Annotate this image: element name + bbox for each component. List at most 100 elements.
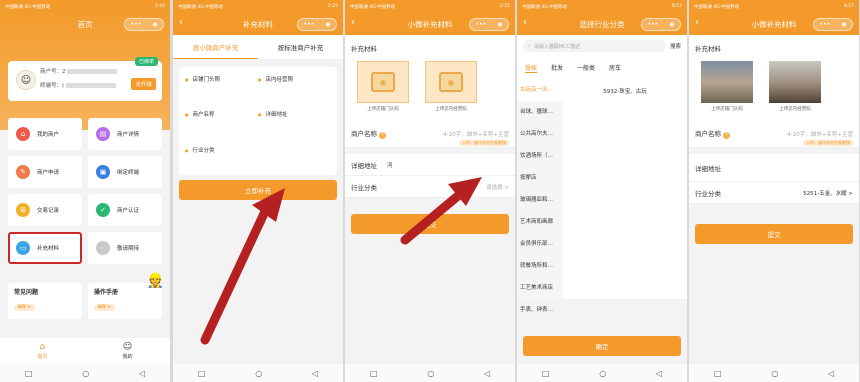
subcategory-item[interactable]: 就餐场所和… — [517, 255, 563, 277]
industry-select[interactable]: 5251-五金、水暖 > — [731, 189, 853, 197]
subcategory-item[interactable]: 按摩店 — [517, 167, 563, 189]
go-button[interactable]: GO > — [14, 304, 35, 311]
tile-icon: ✎ — [16, 165, 30, 179]
status-badge: 已绑单 — [134, 57, 158, 66]
recents-icon[interactable]: □ — [370, 369, 378, 378]
more-icon[interactable]: ••• — [131, 21, 142, 28]
android-nav: □ ○ ◁ — [689, 364, 859, 382]
tab-vehicle[interactable]: 房车 — [609, 63, 621, 73]
home-tile[interactable]: ▭ 补充材料 — [8, 232, 82, 264]
back-icon[interactable]: ‹ — [695, 17, 699, 28]
back-icon[interactable]: ‹ — [523, 17, 527, 28]
subcategory-item[interactable]: 艺术商和画廊 — [517, 211, 563, 233]
page-title: 首页 — [77, 19, 93, 29]
back-nav-icon[interactable]: ◁ — [828, 369, 834, 378]
back-nav-icon[interactable]: ◁ — [312, 369, 318, 378]
recents-icon[interactable]: □ — [542, 369, 550, 378]
merchant-name-row[interactable]: 商户名称? 4-20字，城市+名称+主营 示例：福州市金利来眼镜 — [345, 120, 515, 148]
merchant-name-input[interactable]: 4-20字，城市+名称+主营 — [387, 130, 509, 138]
subcategory-item[interactable]: 会员俱乐部… — [517, 233, 563, 255]
storefront-upload[interactable]: ◉ 上传店铺门头照 — [357, 61, 409, 112]
address-input[interactable]: 河 — [387, 161, 509, 169]
help-row: 常见问题 GO > 操作手册 GO > 👷 — [8, 273, 164, 319]
subcategory-item[interactable]: 手表、钟表… — [517, 299, 563, 321]
subcategory-item[interactable]: 工艺美术商店 — [517, 277, 563, 299]
address-row[interactable]: 详细地址 河 — [345, 154, 515, 176]
help-icon[interactable]: ? — [379, 132, 386, 139]
home-tile[interactable]: ✓ 商户认证 — [88, 194, 162, 226]
tile-label: 商户申请 — [37, 170, 60, 176]
subcategory-item[interactable]: 古玩店一出… — [517, 79, 563, 101]
tile-icon: ✓ — [96, 203, 110, 217]
go-button[interactable]: GO > — [94, 304, 115, 311]
tile-icon: ⌂ — [16, 127, 30, 141]
back-icon[interactable]: ‹ — [179, 17, 183, 28]
mini-program-capsule[interactable]: ••• ◉ — [124, 18, 164, 31]
back-icon[interactable]: ‹ — [351, 17, 355, 28]
close-target-icon[interactable]: ◉ — [152, 21, 157, 28]
tab-micro-merchant[interactable]: 按小微商户补充 — [173, 36, 258, 59]
industry-row[interactable]: 行业分类 5251-五金、水暖 > — [689, 182, 859, 204]
tile-icon: ▭ — [16, 241, 30, 255]
faq-card[interactable]: 常见问题 GO > — [8, 283, 82, 319]
industry-select[interactable]: 请选择 > — [387, 183, 509, 191]
tab-standard-merchant[interactable]: 按标准商户补充 — [258, 36, 343, 58]
recents-icon[interactable]: □ — [198, 369, 206, 378]
home-tile[interactable]: ▣ 绑定终端 — [88, 156, 162, 188]
mini-program-capsule[interactable]: ••• ◉ — [641, 18, 681, 31]
search-input[interactable]: ⌕ 请输入猫联MCC描述 — [523, 40, 666, 52]
supplement-now-button[interactable]: 立即补充 — [179, 180, 337, 200]
list-item: 详细地址 — [258, 110, 331, 131]
home-nav-icon[interactable]: ○ — [599, 369, 606, 378]
industry-row[interactable]: 行业分类 请选择 > — [345, 176, 515, 198]
storefront-photo[interactable]: 上传店铺门头照 — [701, 61, 753, 112]
subcategory-item[interactable]: 台球、撞球… — [517, 101, 563, 123]
recents-icon[interactable]: □ — [714, 369, 722, 378]
merchant-name-row[interactable]: 商户名称? 4-20字，城市+名称+主营 示例：福州市金利来眼镜 — [689, 120, 859, 148]
back-nav-icon[interactable]: ◁ — [656, 369, 662, 378]
help-icon[interactable]: ? — [723, 132, 730, 139]
mini-program-capsule[interactable]: ••• ◉ — [813, 18, 853, 31]
home-tile[interactable]: ▤ 商户详情 — [88, 118, 162, 150]
status-bar: 中国联通 4G·中国移动 2:25 — [173, 0, 343, 13]
home-tile[interactable]: ≣ 交易记录 — [8, 194, 82, 226]
mini-program-capsule[interactable]: ••• ◉ — [469, 18, 509, 31]
mini-program-capsule[interactable]: ••• ◉ — [297, 18, 337, 31]
tile-icon: ▤ — [96, 127, 110, 141]
home-nav-icon[interactable]: ○ — [771, 369, 778, 378]
subcategory-item[interactable]: 饮酒场所（… — [517, 145, 563, 167]
home-nav-icon[interactable]: ○ — [82, 369, 89, 378]
submit-button[interactable]: 提交 — [695, 224, 853, 244]
address-row[interactable]: 详细地址 — [689, 154, 859, 182]
recents-icon[interactable]: □ — [25, 369, 33, 378]
status-bar: 中国联通 4G·中国移动 8:57 — [517, 0, 687, 13]
upgrade-button[interactable]: 去升级 — [131, 78, 156, 90]
back-nav-icon[interactable]: ◁ — [484, 369, 490, 378]
tab-general[interactable]: 一般类 — [577, 63, 595, 73]
top-bar: ‹ 小微补充材料 ••• ◉ — [345, 13, 515, 35]
manual-card[interactable]: 操作手册 GO > 👷 — [88, 273, 164, 319]
tab-home[interactable]: ⌂ 首页 — [37, 342, 47, 360]
interior-upload[interactable]: ◉ 上传店内经营照 — [425, 61, 477, 112]
subcategory-item[interactable]: 公共高尔夫… — [517, 123, 563, 145]
home-nav-icon[interactable]: ○ — [427, 369, 434, 378]
merchant-name-input[interactable]: 4-20字，城市+名称+主营 — [731, 130, 853, 138]
top-bar: ‹ 小微补充材料 ••• ◉ — [689, 13, 859, 35]
tab-dining[interactable]: 餐娱 — [525, 63, 538, 73]
mcc-option[interactable]: 5932-珠宝、古玩 — [569, 87, 681, 95]
storefront-image — [701, 61, 753, 103]
service-mascot-icon[interactable]: 👷 — [147, 273, 164, 289]
subcategory-item[interactable]: 玻璃器皿和… — [517, 189, 563, 211]
search-button[interactable]: 搜索 — [670, 42, 681, 50]
home-tile[interactable]: ⌂ 我的商户 — [8, 118, 82, 150]
tile-label: 绑定终端 — [117, 170, 140, 176]
tab-mine[interactable]: ☺ 我的 — [122, 342, 132, 360]
confirm-button[interactable]: 确定 — [523, 336, 681, 356]
back-nav-icon[interactable]: ◁ — [139, 369, 145, 378]
tab-wholesale[interactable]: 批发 — [551, 63, 563, 73]
submit-button[interactable]: 提交 — [351, 214, 509, 234]
home-tile[interactable]: ⋯ 敬请期待 — [88, 232, 162, 264]
interior-photo[interactable]: 上传店内经营照 — [769, 61, 821, 112]
home-nav-icon[interactable]: ○ — [255, 369, 262, 378]
home-tile[interactable]: ✎ 商户申请 — [8, 156, 82, 188]
